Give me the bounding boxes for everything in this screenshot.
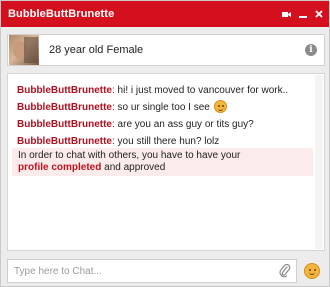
title-bar[interactable]: BubbleButtBrunette	[1, 1, 329, 27]
chat-log: BubbleButtBrunette: hi! i just moved to …	[7, 73, 325, 251]
message-sender[interactable]: BubbleButtBrunette	[17, 102, 112, 113]
profile-completed-link[interactable]: profile completed	[18, 162, 101, 173]
profile-card[interactable]: 28 year old Female i	[7, 34, 325, 66]
message-sender[interactable]: BubbleButtBrunette	[17, 119, 112, 130]
chat-message: BubbleButtBrunette: so ur single too I s…	[17, 100, 314, 114]
chat-message: BubbleButtBrunette: are you an ass guy o…	[17, 119, 254, 131]
smiley-icon	[213, 100, 227, 113]
message-text: hi! i just moved to vancouver for work..	[114, 85, 289, 96]
message-text: are you an ass guy or tits guy?	[114, 119, 254, 131]
chat-input[interactable]	[7, 259, 297, 283]
avatar[interactable]	[9, 35, 39, 65]
system-notice: In order to chat with others, you have t…	[12, 148, 313, 176]
window-title: BubbleButtBrunette	[8, 8, 115, 20]
window-controls	[282, 1, 323, 27]
message-sender[interactable]: BubbleButtBrunette	[17, 85, 112, 96]
paperclip-icon[interactable]	[278, 263, 292, 279]
composer	[7, 258, 325, 284]
chat-message: BubbleButtBrunette: you still there hun?…	[17, 136, 220, 148]
chat-scrollbar[interactable]	[315, 75, 323, 249]
notice-text: In order to chat with others, you have t…	[18, 150, 241, 161]
chat-message: BubbleButtBrunette: hi! i just moved to …	[17, 85, 289, 96]
message-text: you still there hun? lolz	[114, 136, 220, 148]
video-camera-icon[interactable]	[282, 11, 291, 18]
profile-description: 28 year old Female	[49, 44, 144, 56]
smiley-icon[interactable]	[304, 263, 320, 279]
minimize-icon[interactable]	[299, 10, 307, 18]
notice-tail: and approved	[101, 162, 166, 173]
info-icon[interactable]: i	[305, 44, 317, 56]
message-sender[interactable]: BubbleButtBrunette	[17, 136, 112, 147]
chat-window: BubbleButtBrunette 28 year old Female i …	[0, 0, 330, 287]
close-icon[interactable]	[315, 10, 323, 18]
message-text: so ur single too I see	[114, 102, 210, 114]
